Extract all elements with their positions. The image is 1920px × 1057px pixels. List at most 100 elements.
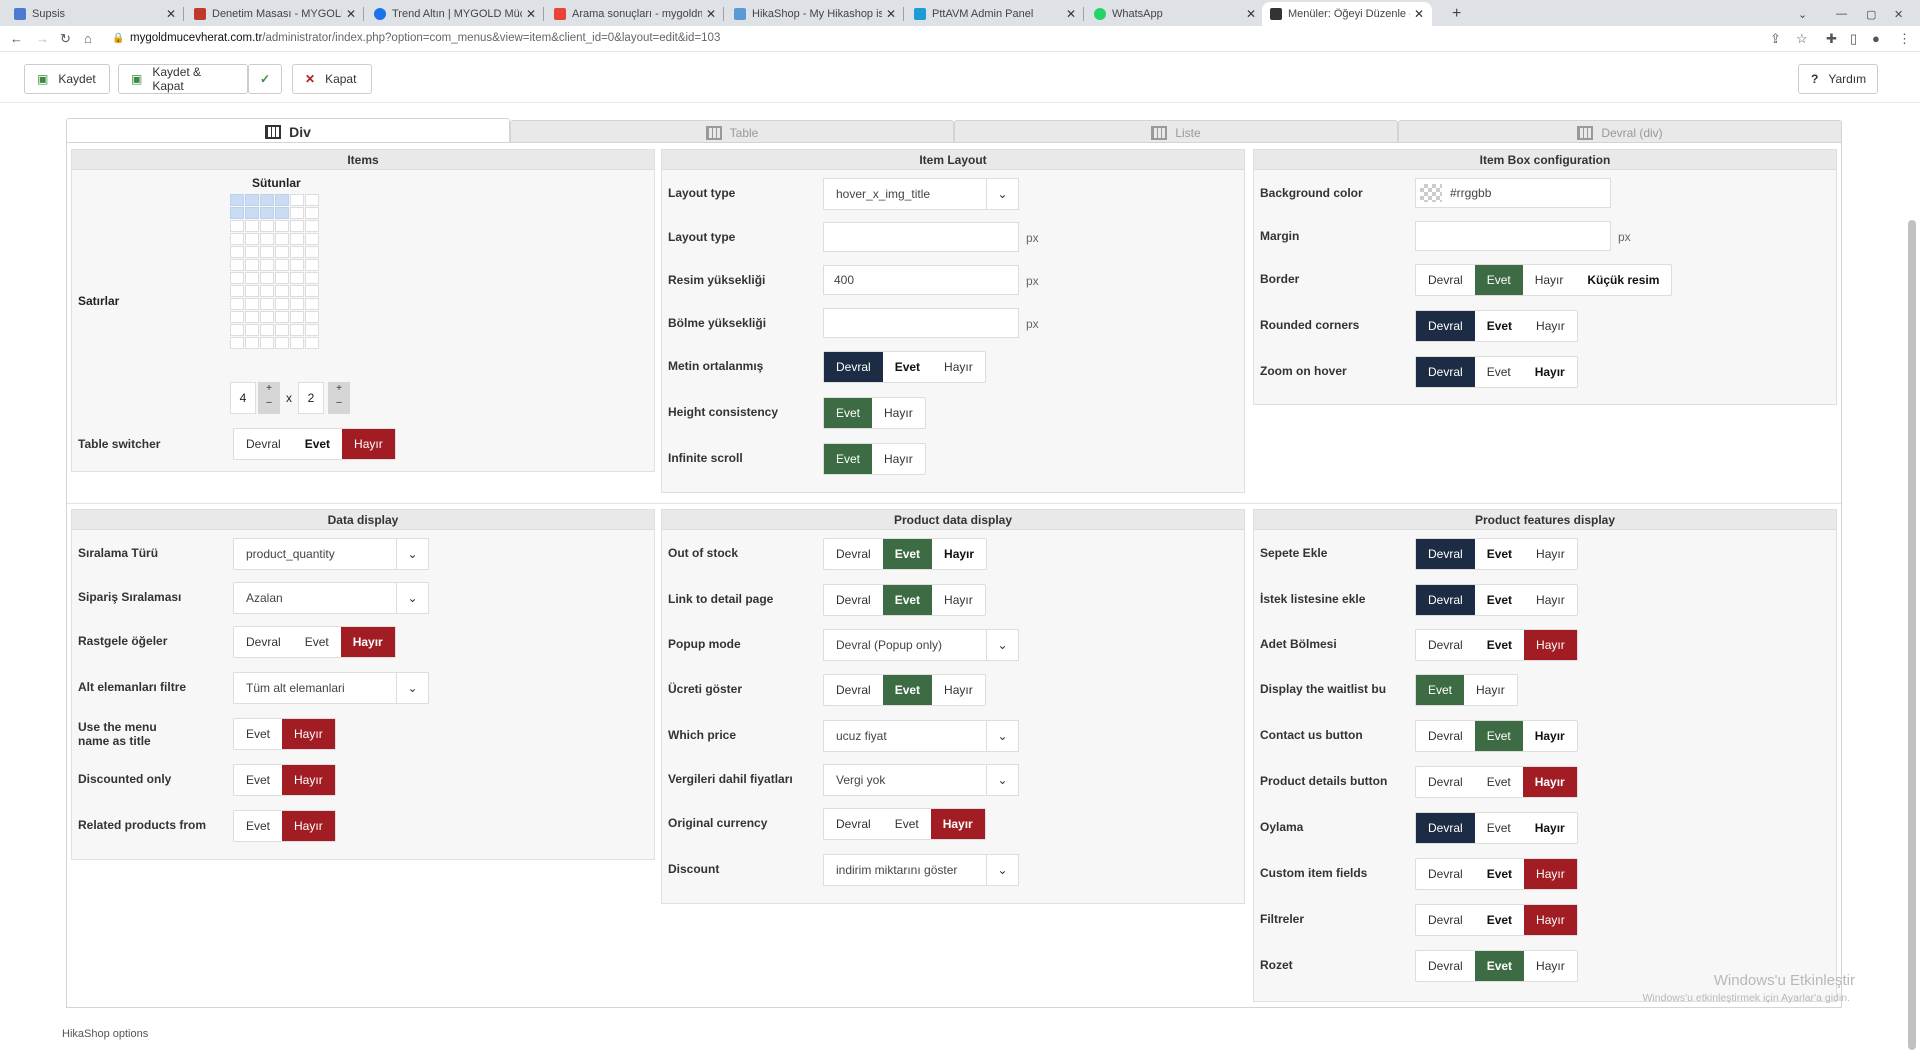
sort-type-select[interactable]: product_quantity ⌄ (233, 538, 429, 570)
grid-cell[interactable] (275, 246, 289, 258)
grid-cell[interactable] (305, 337, 319, 349)
tab-div[interactable]: Div (66, 118, 510, 144)
option-thumbnail[interactable]: Küçük resim (1575, 265, 1671, 295)
option-yes[interactable]: Evet (1475, 630, 1524, 660)
grid-cell[interactable] (305, 311, 319, 323)
grid-cell[interactable] (275, 207, 289, 219)
grid-cell[interactable] (305, 207, 319, 219)
share-icon[interactable]: ⇪ (1770, 31, 1781, 47)
grid-cell[interactable] (260, 259, 274, 271)
grid-cell[interactable] (260, 207, 274, 219)
browser-tab-active[interactable]: Menüler: Öğeyi Düzenle - MYGOLD✕ (1262, 2, 1432, 26)
columns-stepper[interactable]: + – (328, 382, 350, 414)
browser-tab[interactable]: PttAVM Admin Panel ✕ (906, 2, 1084, 26)
extensions-icon[interactable]: ✚ (1826, 31, 1837, 47)
grid-cell[interactable] (290, 194, 304, 206)
option-no[interactable]: Hayır (1523, 813, 1577, 843)
option-no[interactable]: Hayır (1464, 675, 1517, 705)
close-icon[interactable]: ✕ (1066, 7, 1076, 21)
bg-color-input[interactable]: #rrggbb (1415, 178, 1611, 208)
browser-tab[interactable]: Denetim Masası - MYGOLD Mücevherat✕ (186, 2, 364, 26)
grid-cell[interactable] (230, 246, 244, 258)
option-no[interactable]: Hayır (932, 352, 985, 382)
help-button[interactable]: ? Yardım (1798, 64, 1878, 94)
option-yes[interactable]: Evet (883, 352, 932, 382)
grid-cell[interactable] (305, 285, 319, 297)
close-icon[interactable]: ✕ (526, 7, 536, 21)
columns-input[interactable]: 2 (298, 382, 324, 414)
save-dropdown-chevron-icon[interactable]: ✓ (248, 64, 282, 94)
columns-rows-grid-picker[interactable] (230, 194, 319, 349)
layout-type-select[interactable]: hover_x_img_title ⌄ (823, 178, 1019, 210)
option-inherit[interactable]: Devral (824, 585, 883, 615)
option-inherit[interactable]: Devral (1416, 859, 1475, 889)
option-yes[interactable]: Evet (1474, 721, 1523, 751)
option-yes[interactable]: Evet (882, 675, 933, 705)
grid-cell[interactable] (245, 337, 259, 349)
grid-cell[interactable] (275, 337, 289, 349)
browser-tab[interactable]: Trend Altın | MYGOLD Mücevherat✕ (366, 2, 544, 26)
grid-cell[interactable] (305, 246, 319, 258)
grid-cell[interactable] (290, 337, 304, 349)
home-icon[interactable]: ⌂ (84, 31, 92, 46)
grid-cell[interactable] (245, 272, 259, 284)
grid-cell[interactable] (245, 259, 259, 271)
grid-cell[interactable] (290, 233, 304, 245)
new-tab-button[interactable]: + (1444, 2, 1468, 26)
grid-cell[interactable] (305, 259, 319, 271)
option-inherit[interactable]: Devral (234, 429, 293, 459)
option-no[interactable]: Hayır (1522, 767, 1577, 797)
grid-cell[interactable] (275, 259, 289, 271)
option-no[interactable]: Hayır (1524, 585, 1577, 615)
grid-cell[interactable] (275, 272, 289, 284)
save-close-button[interactable]: ▣ Kaydet & Kapat (118, 64, 248, 94)
option-yes[interactable]: Evet (234, 765, 282, 795)
option-yes[interactable]: Evet (1475, 311, 1524, 341)
option-yes[interactable]: Evet (1475, 859, 1524, 889)
option-yes[interactable]: Evet (1475, 357, 1523, 387)
close-icon[interactable]: ✕ (1246, 7, 1256, 21)
option-inherit[interactable]: Devral (824, 675, 883, 705)
grid-cell[interactable] (230, 207, 244, 219)
grid-cell[interactable] (275, 285, 289, 297)
option-yes[interactable]: Evet (882, 585, 933, 615)
grid-cell[interactable] (290, 285, 304, 297)
grid-cell[interactable] (275, 311, 289, 323)
option-no[interactable]: Hayır (1524, 630, 1577, 660)
option-yes[interactable]: Evet (1475, 905, 1524, 935)
tab-search-icon[interactable]: ⌄ (1790, 2, 1810, 26)
option-yes[interactable]: Evet (824, 398, 873, 428)
option-yes[interactable]: Evet (882, 539, 933, 569)
grid-cell[interactable] (230, 233, 244, 245)
grid-cell[interactable] (230, 259, 244, 271)
option-no[interactable]: Hayır (1524, 311, 1577, 341)
close-icon[interactable]: ✕ (706, 7, 716, 21)
option-yes[interactable]: Evet (293, 627, 341, 657)
grid-cell[interactable] (230, 285, 244, 297)
close-icon[interactable]: ✕ (166, 7, 176, 21)
option-yes[interactable]: Evet (1474, 951, 1525, 981)
image-height-input[interactable]: 400 (823, 265, 1019, 295)
browser-tab[interactable]: Arama sonuçları - mygoldmucevherat✕ (546, 2, 724, 26)
window-close-icon[interactable]: ✕ (1886, 2, 1906, 26)
grid-cell[interactable] (260, 311, 274, 323)
grid-cell[interactable] (305, 233, 319, 245)
option-inherit[interactable]: Devral (1416, 585, 1475, 615)
grid-cell[interactable] (275, 324, 289, 336)
grid-cell[interactable] (260, 324, 274, 336)
grid-cell[interactable] (290, 259, 304, 271)
grid-cell[interactable] (230, 194, 244, 206)
layout-type-size-input[interactable] (823, 222, 1019, 252)
grid-cell[interactable] (245, 311, 259, 323)
grid-cell[interactable] (230, 298, 244, 310)
grid-cell[interactable] (260, 246, 274, 258)
close-icon[interactable]: ✕ (346, 7, 356, 21)
option-no[interactable]: Hayır (930, 809, 985, 839)
sidebar-icon[interactable]: ▯ (1850, 31, 1857, 47)
grid-cell[interactable] (290, 246, 304, 258)
grid-cell[interactable] (305, 324, 319, 336)
margin-input[interactable] (1415, 221, 1611, 251)
option-inherit[interactable]: Devral (1416, 767, 1475, 797)
grid-cell[interactable] (230, 220, 244, 232)
option-yes[interactable]: Evet (824, 444, 873, 474)
